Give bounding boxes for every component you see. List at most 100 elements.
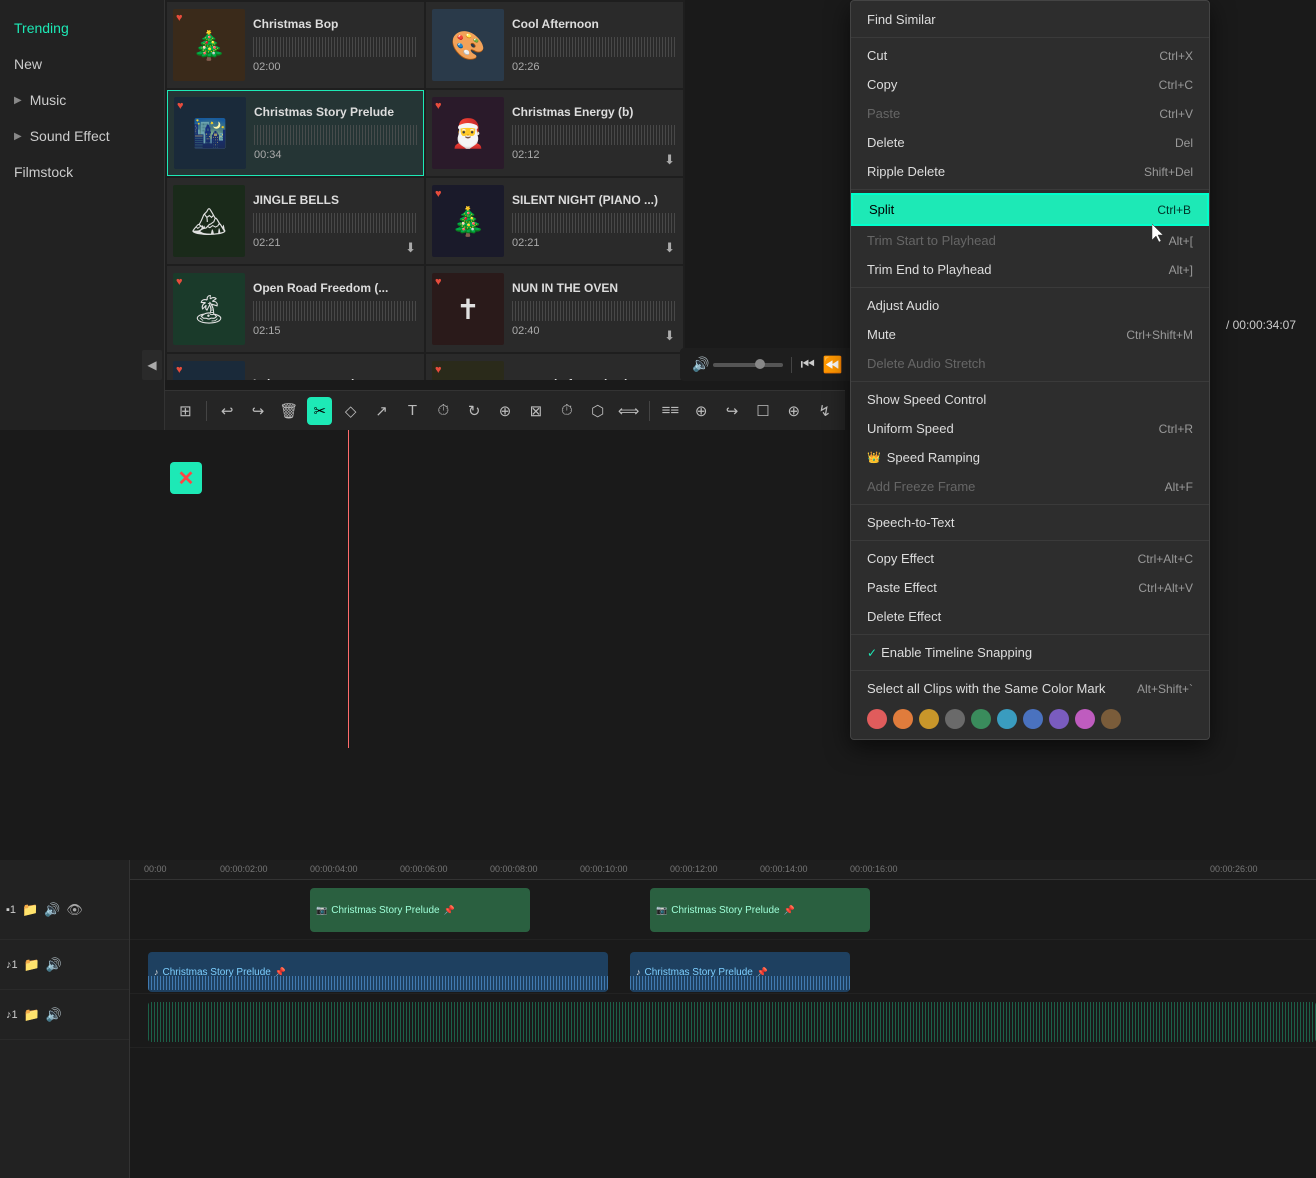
add-button[interactable]: ⊕: [493, 397, 518, 425]
context-show-speed-control[interactable]: Show Speed Control: [851, 385, 1209, 414]
context-cut[interactable]: Cut Ctrl+X: [851, 41, 1209, 70]
context-speed-ramping[interactable]: 👑 Speed Ramping: [851, 443, 1209, 472]
context-delete[interactable]: Delete Del: [851, 128, 1209, 157]
swatch-purple[interactable]: [1049, 709, 1069, 729]
context-select-same-color[interactable]: Select all Clips with the Same Color Mar…: [851, 674, 1209, 703]
show-speed-control-label: Show Speed Control: [867, 392, 986, 407]
rotate-button[interactable]: ↻: [462, 397, 487, 425]
clock-button[interactable]: ⏱: [554, 397, 579, 425]
tag-button[interactable]: ◇: [338, 397, 363, 425]
swatch-pink[interactable]: [1075, 709, 1095, 729]
redo-button[interactable]: ↪: [246, 397, 271, 425]
thumb-9: ♥ 💧: [173, 361, 245, 380]
context-paste-effect[interactable]: Paste Effect Ctrl+Alt+V: [851, 573, 1209, 602]
sidebar-item-filmstock[interactable]: Filmstock: [0, 154, 164, 190]
timeline-ruler: 00:00 00:00:02:00 00:00:04:00 00:00:06:0…: [130, 860, 1316, 880]
ruler-mark-14: 00:00:14:00: [760, 864, 808, 874]
download-icon-8[interactable]: ⬇: [664, 328, 675, 344]
media-info-2: Cool Afternoon 02:26: [512, 17, 677, 73]
context-mute[interactable]: Mute Ctrl+Shift+M: [851, 320, 1209, 349]
back5-button[interactable]: ⏪: [823, 355, 843, 375]
delete-shortcut: Del: [1175, 136, 1193, 150]
undo-button[interactable]: ↩: [215, 397, 240, 425]
select-same-color-label: Select all Clips with the Same Color Mar…: [867, 681, 1105, 696]
swatch-gray[interactable]: [945, 709, 965, 729]
swatch-green[interactable]: [971, 709, 991, 729]
audio-clip-1[interactable]: ♪ Christmas Story Prelude 📌: [148, 952, 608, 992]
video-clip-1[interactable]: 📷 Christmas Story Prelude 📌: [310, 888, 530, 932]
delete-button[interactable]: 🗑: [277, 397, 302, 425]
media-card-5[interactable]: 🏔 JINGLE BELLS 02:21 ⬇: [167, 178, 424, 264]
sidebar-item-new[interactable]: New: [0, 46, 164, 82]
media-card-7[interactable]: ♥ 🏝 Open Road Freedom (... 02:15: [167, 266, 424, 352]
mosaic-button[interactable]: ⊠: [524, 397, 549, 425]
window-button[interactable]: ☐: [751, 397, 776, 425]
media-wave-8: [512, 301, 677, 321]
sidebar-item-sound-effect[interactable]: ▶ Sound Effect: [0, 118, 164, 154]
context-adjust-audio[interactable]: Adjust Audio: [851, 291, 1209, 320]
thumb-emoji-4: 🎅: [432, 97, 504, 169]
add-to-project-button[interactable]: ⊞: [173, 397, 198, 425]
ripple-delete-shortcut: Shift+Del: [1144, 165, 1193, 179]
split2-button[interactable]: ⟺: [616, 397, 641, 425]
context-copy[interactable]: Copy Ctrl+C: [851, 70, 1209, 99]
context-delete-effect[interactable]: Delete Effect: [851, 602, 1209, 631]
swatch-teal[interactable]: [997, 709, 1017, 729]
scissors-button[interactable]: ✂: [307, 397, 332, 425]
audio-clip-2[interactable]: ♪ Christmas Story Prelude 📌: [630, 952, 850, 992]
zoom-button[interactable]: ⊕: [689, 397, 714, 425]
thumb-emoji-9: 💧: [173, 361, 245, 380]
context-trim-end[interactable]: Trim End to Playhead Alt+]: [851, 255, 1209, 284]
audio-eq-button[interactable]: ≡≡: [658, 397, 683, 425]
snapping-with-check: ✓ Enable Timeline Snapping: [867, 645, 1032, 660]
extra-button[interactable]: ↯: [812, 397, 837, 425]
media-card-3[interactable]: ♥ 🌃 Christmas Story Prelude 00:34: [167, 90, 424, 176]
media-title-3: Christmas Story Prelude: [254, 105, 417, 121]
media-card-2[interactable]: 🎨 Cool Afternoon 02:26: [426, 2, 683, 88]
cut-label: Cut: [867, 48, 887, 63]
volume-slider[interactable]: [713, 363, 783, 367]
track-button[interactable]: ⊕: [781, 397, 806, 425]
scissors-cursor-indicator: ✕: [170, 462, 202, 494]
media-card-1[interactable]: ♥ 🎄 Christmas Bop 02:00: [167, 2, 424, 88]
media-duration-6: 02:21: [512, 237, 677, 249]
timer-button[interactable]: ⏱: [431, 397, 456, 425]
collapse-panel-button[interactable]: ◀: [142, 350, 162, 380]
download-icon-4[interactable]: ⬇: [664, 152, 675, 168]
timeline-tracks: 📷 Christmas Story Prelude 📌 📷 Christmas …: [130, 880, 1316, 1178]
rewind-button[interactable]: ⏮: [800, 356, 814, 374]
swatch-red[interactable]: [867, 709, 887, 729]
context-enable-snapping[interactable]: ✓ Enable Timeline Snapping: [851, 638, 1209, 667]
media-wave-2: [512, 37, 677, 57]
download-icon-5[interactable]: ⬇: [405, 240, 416, 256]
context-split[interactable]: Split Ctrl+B: [851, 193, 1209, 226]
media-card-8[interactable]: ♥ ✝ NUN IN THE OVEN 02:40 ⬇: [426, 266, 683, 352]
media-title-4: Christmas Energy (b): [512, 105, 677, 121]
swatch-blue[interactable]: [1023, 709, 1043, 729]
delete-audio-stretch-label: Delete Audio Stretch: [867, 356, 986, 371]
media-title-5: JINGLE BELLS: [253, 193, 418, 209]
swatch-yellow[interactable]: [919, 709, 939, 729]
swatch-orange[interactable]: [893, 709, 913, 729]
transform-button[interactable]: ↗: [369, 397, 394, 425]
video-clip-2[interactable]: 📷 Christmas Story Prelude 📌: [650, 888, 870, 932]
sidebar-item-trending[interactable]: Trending: [0, 10, 164, 46]
text-button[interactable]: T: [400, 397, 425, 425]
speed-ramping-label: Speed Ramping: [887, 450, 980, 465]
context-copy-effect[interactable]: Copy Effect Ctrl+Alt+C: [851, 544, 1209, 573]
media-card-6[interactable]: ♥ 🎄 SILENT NIGHT (PIANO ...) 02:21 ⬇: [426, 178, 683, 264]
shape-button[interactable]: ⬡: [585, 397, 610, 425]
context-find-similar[interactable]: Find Similar: [851, 5, 1209, 34]
media-card-9[interactable]: ♥ 💧 Lake water sound: [167, 354, 424, 380]
swatch-brown[interactable]: [1101, 709, 1121, 729]
heart-icon-1: ♥: [176, 12, 183, 24]
context-ripple-delete[interactable]: Ripple Delete Shift+Del: [851, 157, 1209, 186]
context-speech-to-text[interactable]: Speech-to-Text: [851, 508, 1209, 537]
sidebar-item-music[interactable]: ▶ Music: [0, 82, 164, 118]
trim-start-label: Trim Start to Playhead: [867, 233, 996, 248]
media-card-4[interactable]: ♥ 🎅 Christmas Energy (b) 02:12 ⬇: [426, 90, 683, 176]
media-card-10[interactable]: ♥ 👥 a crowd of people chee: [426, 354, 683, 380]
context-uniform-speed[interactable]: Uniform Speed Ctrl+R: [851, 414, 1209, 443]
download-icon-6[interactable]: ⬇: [664, 240, 675, 256]
screen-button[interactable]: ↪: [720, 397, 745, 425]
